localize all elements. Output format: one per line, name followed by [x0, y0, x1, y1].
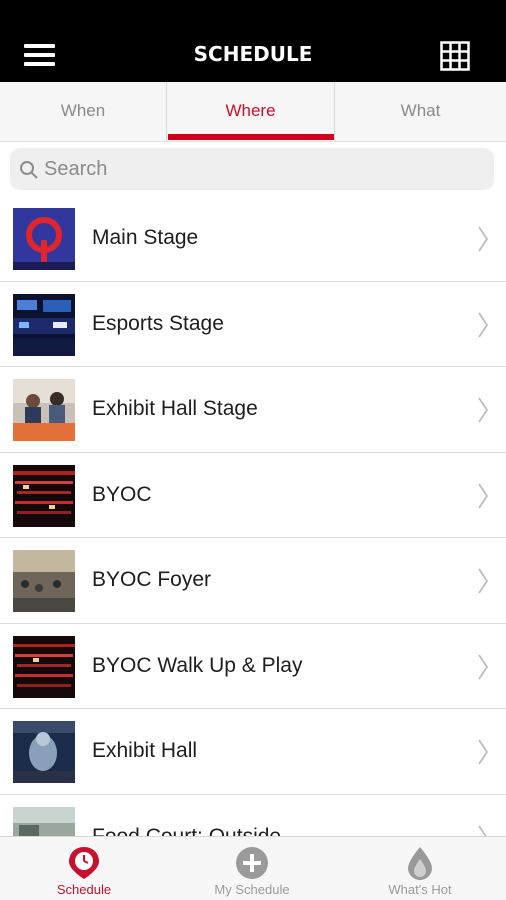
chevron-right-icon — [478, 825, 488, 836]
location-label: BYOC — [92, 482, 152, 506]
location-label: Food Court: Outside — [92, 824, 282, 837]
app-header: SCHEDULE — [0, 0, 506, 82]
tab-where[interactable]: Where — [167, 82, 335, 142]
byoc-walk-up-thumbnail — [13, 635, 75, 698]
chevron-right-icon — [478, 654, 489, 679]
chevron-right-icon — [478, 568, 489, 594]
list-item[interactable]: BYOC Foyer — [0, 538, 506, 624]
exhibit-hall-stage-thumbnail — [13, 379, 75, 441]
byoc-thumbnail — [13, 464, 75, 527]
list-item[interactable]: BYOC Walk Up & Play — [0, 623, 506, 709]
list-item[interactable]: Esports Stage — [0, 281, 506, 367]
chevron-right-icon — [478, 397, 489, 423]
byoc-foyer-thumbnail — [13, 550, 75, 612]
list-item[interactable]: Exhibit Hall Stage — [0, 367, 506, 453]
nav-label: What's Hot — [388, 882, 452, 897]
food-court-outside-thumbnail — [13, 806, 75, 836]
location-list: Main Stage Esports Stage Exhibit Hall St… — [0, 196, 506, 836]
chevron-right-icon — [478, 226, 489, 252]
flame-drop-icon — [408, 847, 432, 880]
search-box — [10, 148, 494, 190]
location-label: Exhibit Hall Stage — [92, 397, 258, 420]
location-label: Exhibit Hall — [92, 739, 198, 762]
location-label: Main Stage — [92, 226, 199, 249]
segment-tabs: When Where What — [0, 82, 506, 142]
nav-schedule[interactable]: Schedule — [0, 837, 168, 900]
main-stage-thumbnail — [13, 208, 75, 270]
exhibit-hall-thumbnail — [13, 721, 75, 783]
page-title: SCHEDULE — [193, 42, 313, 66]
plus-circle-icon — [236, 847, 268, 879]
nav-my-schedule[interactable]: My Schedule — [168, 837, 336, 900]
tab-when[interactable]: When — [0, 82, 167, 142]
chevron-right-icon — [478, 739, 489, 765]
chevron-right-icon — [478, 312, 489, 337]
location-label: BYOC Foyer — [92, 568, 212, 591]
location-label: BYOC Walk Up & Play — [92, 653, 303, 677]
list-item[interactable]: Exhibit Hall — [0, 709, 506, 795]
active-tab-indicator — [168, 134, 334, 140]
grid-view-icon[interactable] — [440, 41, 470, 71]
list-item[interactable]: Main Stage — [0, 196, 506, 282]
list-item[interactable]: BYOC — [0, 452, 506, 538]
clock-pin-icon — [69, 847, 99, 879]
tab-what[interactable]: What — [335, 82, 506, 142]
bottom-navigation: Schedule My Schedule What's Hot — [0, 836, 506, 900]
chevron-right-icon — [478, 483, 489, 508]
list-item[interactable]: Food Court: Outside — [0, 794, 506, 837]
search-icon — [20, 161, 38, 179]
nav-label: My Schedule — [214, 882, 290, 897]
esports-stage-thumbnail — [13, 293, 75, 356]
search-input[interactable] — [44, 154, 484, 184]
nav-whats-hot[interactable]: What's Hot — [336, 837, 504, 900]
location-label: Esports Stage — [92, 311, 224, 335]
search-bar-container — [0, 142, 506, 196]
nav-label: Schedule — [56, 882, 112, 897]
